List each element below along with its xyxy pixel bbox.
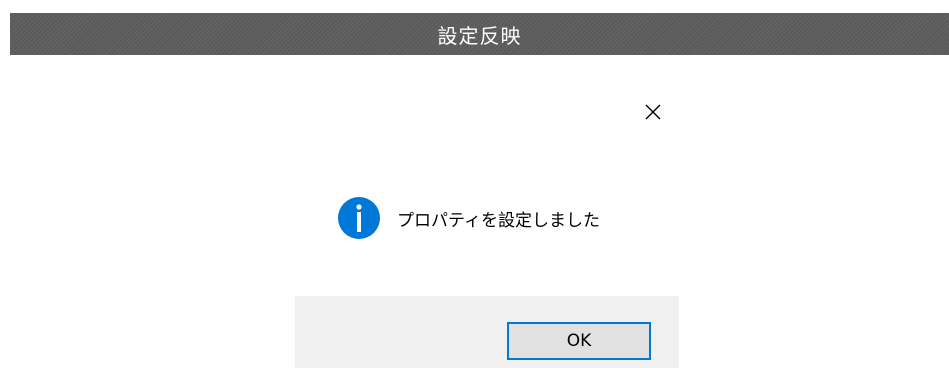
- title-bar: 設定反映: [10, 13, 949, 55]
- message-text: プロパティを設定しました: [397, 210, 600, 231]
- page: 設定反映 プロパティを設定しました OK: [0, 0, 949, 368]
- info-icon: [338, 197, 380, 239]
- close-button[interactable]: [639, 98, 667, 126]
- message-row: プロパティを設定しました: [337, 196, 600, 240]
- window-title: 設定反映: [437, 23, 522, 48]
- ok-button[interactable]: OK: [507, 322, 651, 360]
- message-dialog: プロパティを設定しました OK: [295, 78, 679, 368]
- close-icon: [645, 104, 661, 120]
- button-area: OK: [295, 296, 679, 368]
